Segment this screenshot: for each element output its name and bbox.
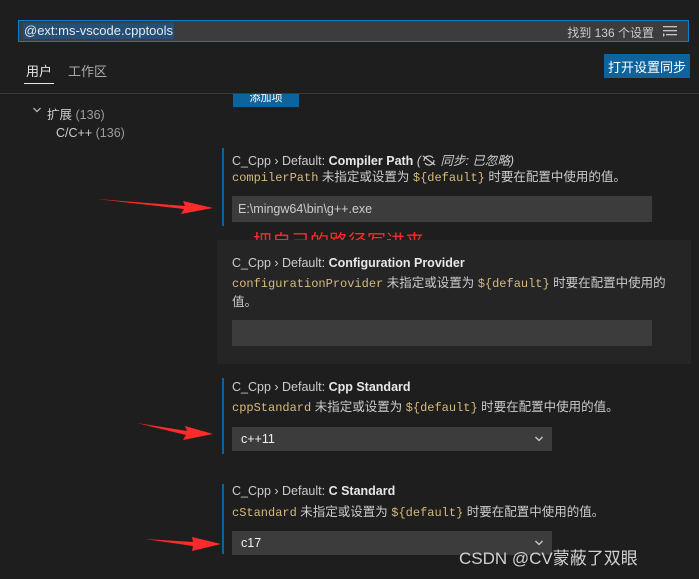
- tab-user-underline: [24, 83, 54, 84]
- desc-text: 未指定或设置为: [318, 170, 413, 184]
- tree-group-label: 扩展: [47, 108, 73, 122]
- tree-item-count: (136): [95, 126, 125, 140]
- compiler-path-input[interactable]: [232, 196, 652, 222]
- tab-user[interactable]: 用户: [26, 61, 52, 80]
- desc-text: 未指定或设置为: [383, 276, 478, 290]
- default-token: ${default}: [405, 401, 478, 415]
- desc-text: 未指定或设置为: [311, 400, 406, 414]
- watermark: CSDN @CV蒙蔽了双眼: [459, 549, 638, 568]
- setting-title: C_Cpp › Default: Configuration Provider: [232, 256, 465, 270]
- tree-group-extensions[interactable]: 扩展 (136): [47, 104, 105, 123]
- red-arrow-icon: [145, 537, 221, 551]
- setting-key: configurationProvider: [232, 277, 384, 291]
- setting-configuration-provider: C_Cpp › Default: Configuration Provider …: [222, 254, 692, 354]
- setting-category: C_Cpp › Default:: [232, 256, 329, 270]
- sync-ignored-badge[interactable]: ( 同步: 已忽略): [417, 154, 514, 168]
- sync-ignored-text: 同步: 已忽略: [440, 154, 510, 168]
- red-arrow-icon: [137, 423, 213, 440]
- desc-text-end: 时要在配置中使用的值。: [477, 400, 619, 414]
- setting-description: cStandard 未指定或设置为 ${default} 时要在配置中使用的值。: [232, 503, 687, 522]
- setting-key: cppStandard: [232, 401, 312, 415]
- tab-workspace[interactable]: 工作区: [68, 61, 107, 80]
- modified-indicator: [222, 378, 224, 454]
- search-result-count: 找到 136 个设置: [567, 26, 654, 40]
- setting-cpp-standard: C_Cpp › Default: Cpp Standard cppStandar…: [222, 378, 692, 454]
- setting-description: cppStandard 未指定或设置为 ${default} 时要在配置中使用的…: [232, 398, 687, 417]
- settings-search-bar: @ext:ms-vscode.cpptools 找到 136 个设置: [18, 20, 689, 42]
- configuration-provider-input[interactable]: [232, 320, 652, 346]
- desc-text-end: 时要在配置中使用的值。: [463, 505, 605, 519]
- setting-compiler-path: C_Cpp › Default: Compiler Path ( 同步: 已忽略…: [222, 148, 692, 226]
- setting-name: Configuration Provider: [328, 256, 465, 270]
- select-value: c17: [241, 536, 262, 550]
- filter-icon[interactable]: [662, 24, 678, 38]
- tree-item-label: C/C++: [56, 126, 93, 140]
- desc-text-end: 时要在配置中使用的值。: [484, 170, 626, 184]
- setting-name: C Standard: [328, 484, 396, 498]
- setting-description: configurationProvider 未指定或设置为 ${default}…: [232, 274, 687, 311]
- chevron-down-icon[interactable]: [32, 105, 42, 115]
- header-divider: [0, 93, 699, 94]
- search-query-text: @ext:ms-vscode.cpptools: [23, 23, 175, 39]
- modified-indicator: [222, 148, 224, 226]
- tree-item-cpp[interactable]: C/C++ (136): [56, 126, 125, 140]
- setting-category: C_Cpp › Default:: [232, 484, 329, 498]
- setting-title: C_Cpp › Default: Compiler Path ( 同步: 已忽略…: [232, 150, 514, 169]
- default-token: ${default}: [477, 277, 550, 291]
- default-token: ${default}: [412, 171, 485, 185]
- setting-key: compilerPath: [232, 171, 319, 185]
- setting-category: C_Cpp › Default:: [232, 154, 329, 168]
- setting-category: C_Cpp › Default:: [232, 380, 329, 394]
- tree-group-count: (136): [75, 108, 105, 122]
- add-item-button[interactable]: 添加项: [233, 94, 299, 107]
- sync-ignored-icon: [422, 155, 436, 166]
- default-token: ${default}: [391, 506, 464, 520]
- cpp-standard-select[interactable]: c++11: [232, 427, 552, 451]
- red-arrow-icon: [97, 199, 213, 214]
- desc-text: 未指定或设置为: [296, 505, 392, 519]
- open-settings-sync-button[interactable]: 打开设置同步: [604, 54, 690, 78]
- select-value: c++11: [241, 432, 275, 446]
- setting-description: compilerPath 未指定或设置为 ${default} 时要在配置中使用…: [232, 168, 687, 187]
- chevron-down-icon: [535, 436, 543, 442]
- setting-name: Compiler Path: [328, 154, 414, 168]
- setting-key: cStandard: [232, 506, 297, 520]
- setting-name: Cpp Standard: [328, 380, 411, 394]
- setting-title: C_Cpp › Default: C Standard: [232, 484, 395, 498]
- setting-title: C_Cpp › Default: Cpp Standard: [232, 380, 411, 394]
